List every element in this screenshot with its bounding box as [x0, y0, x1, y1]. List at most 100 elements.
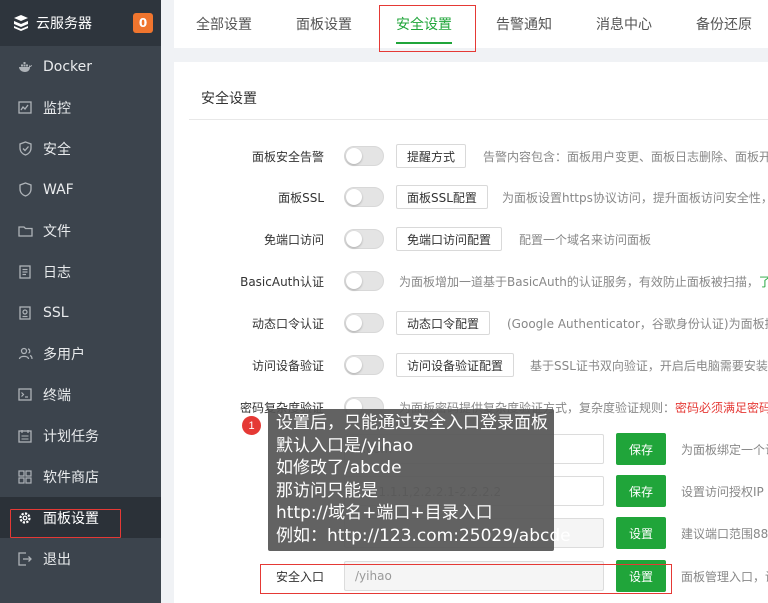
- learn-more-link[interactable]: 了: [759, 275, 768, 289]
- sidebar-item-logs[interactable]: 日志: [0, 251, 161, 292]
- setting-description: 建议端口范围88: [681, 526, 768, 541]
- setting-description: 配置一个域名来访问面板: [519, 232, 652, 247]
- tab-security-settings[interactable]: 安全设置: [374, 0, 474, 48]
- sidebar-item-users[interactable]: 多用户: [0, 333, 161, 374]
- setting-row-basicauth: BasicAuth认证 为面板增加一道基于BasicAuth的认证服务，有效防止…: [174, 266, 768, 296]
- monitor-icon: [17, 100, 33, 116]
- noport-config-button[interactable]: 免端口访问配置: [396, 227, 503, 251]
- tooltip-line: 设置后，只能通过安全入口登录面板: [276, 413, 548, 433]
- setting-row-noport: 免端口访问 免端口访问配置 配置一个域名来访问面板: [174, 224, 768, 254]
- notification-badge[interactable]: 0: [133, 13, 153, 33]
- save-domain-button[interactable]: 保存: [616, 433, 666, 465]
- setting-label: 动态口令认证: [251, 316, 324, 331]
- settings-tabs: 全部设置 面板设置 安全设置 告警通知 消息中心 备份还原: [174, 0, 768, 48]
- tooltip-line: 例如：http://123.com:25029/abcde: [276, 525, 571, 546]
- set-port-button[interactable]: 设置: [616, 517, 666, 549]
- brand: 云服务器 0: [0, 0, 161, 46]
- otp-toggle[interactable]: [344, 313, 384, 333]
- setting-label: BasicAuth认证: [240, 274, 324, 289]
- device-toggle[interactable]: [344, 355, 384, 375]
- tab-label: 安全设置: [396, 17, 452, 33]
- sidebar-item-label: 面板设置: [43, 510, 99, 527]
- step-marker: 1: [242, 416, 261, 435]
- gear-icon: [17, 510, 33, 526]
- tab-active-underline: [396, 42, 452, 44]
- setting-description-text: 为面板增加一道基于BasicAuth的认证服务，有效防止面板被扫描，: [399, 274, 759, 289]
- save-ip-button[interactable]: 保存: [616, 475, 666, 507]
- shield-icon: [17, 141, 33, 157]
- setting-label: 访问设备验证: [251, 358, 324, 373]
- setting-label: 免端口访问: [263, 232, 324, 247]
- setting-row-device: 访问设备验证 访问设备验证配置 基于SSL证书双向验证，开启后电脑需要安装: [174, 350, 768, 380]
- setting-description: 基于SSL证书双向验证，开启后电脑需要安装: [530, 358, 768, 373]
- alert-toggle[interactable]: [344, 146, 384, 166]
- tab-message-center[interactable]: 消息中心: [574, 0, 674, 48]
- device-config-button[interactable]: 访问设备验证配置: [396, 353, 515, 377]
- sidebar-item-label: WAF: [43, 181, 74, 198]
- tooltip-line: 如修改了/abcde: [276, 458, 402, 478]
- setting-row-alert: 面板安全告警 提醒方式 告警内容包含：面板用户变更、面板日志删除、面板开: [174, 141, 768, 171]
- ssl-config-button[interactable]: 面板SSL配置: [396, 185, 488, 209]
- sidebar-item-waf[interactable]: WAF: [0, 169, 161, 210]
- tab-all-settings[interactable]: 全部设置: [174, 0, 274, 48]
- sidebar-item-ssl[interactable]: SSL: [0, 292, 161, 333]
- sidebar-item-label: Docker: [43, 58, 93, 75]
- set-entry-button[interactable]: 设置: [616, 560, 666, 592]
- setting-description: 设置访问授权IP: [681, 484, 764, 499]
- setting-description: 为面板绑定一个访: [681, 442, 768, 457]
- sidebar-item-label: 日志: [43, 264, 71, 281]
- tab-backup-restore[interactable]: 备份还原: [674, 0, 768, 48]
- sidebar-item-label: 软件商店: [43, 469, 99, 486]
- basicauth-toggle[interactable]: [344, 271, 384, 291]
- tooltip-line: 默认入口是/yihao: [276, 435, 414, 456]
- folder-icon: [17, 223, 33, 239]
- sidebar-item-store[interactable]: 软件商店: [0, 456, 161, 497]
- users-icon: [17, 346, 33, 362]
- ssl-toggle[interactable]: [344, 187, 384, 207]
- alert-method-button[interactable]: 提醒方式: [396, 144, 467, 168]
- sidebar-item-monitor[interactable]: 监控: [0, 87, 161, 128]
- ssl-icon: [17, 305, 33, 321]
- setting-description: 为面板设置https协议访问，提升面板访问安全性，: [502, 190, 768, 205]
- sidebar: 云服务器 0 Docker 监控 安全 WAF 文件 日志 SSL 多用户 终端…: [0, 0, 161, 603]
- sidebar-item-label: 退出: [43, 551, 71, 568]
- sidebar-item-label: 文件: [43, 223, 71, 240]
- tab-alert-notify[interactable]: 告警通知: [474, 0, 574, 48]
- sidebar-item-files[interactable]: 文件: [0, 210, 161, 251]
- setting-row-otp: 动态口令认证 动态口令配置 (Google Authenticator，谷歌身份…: [174, 308, 768, 338]
- terminal-icon: [17, 387, 33, 403]
- sidebar-item-label: 监控: [43, 100, 71, 117]
- tooltip-line: http://域名+端口+目录入口: [276, 503, 493, 523]
- sidebar-item-label: SSL: [43, 304, 69, 321]
- setting-label: 面板SSL: [278, 190, 324, 205]
- sidebar-item-panel-settings[interactable]: 面板设置: [0, 497, 161, 538]
- log-icon: [17, 264, 33, 280]
- noport-toggle[interactable]: [344, 229, 384, 249]
- sidebar-item-logout[interactable]: 退出: [0, 538, 161, 579]
- otp-config-button[interactable]: 动态口令配置: [396, 311, 491, 335]
- brand-name: 云服务器: [36, 16, 92, 32]
- setting-description: 告警内容包含：面板用户变更、面板日志删除、面板开: [483, 149, 768, 164]
- sidebar-item-label: 安全: [43, 141, 71, 158]
- sidebar-item-label: 计划任务: [43, 428, 99, 445]
- apps-icon: [17, 469, 33, 485]
- sidebar-item-docker[interactable]: Docker: [0, 46, 161, 87]
- logout-icon: [17, 551, 33, 567]
- calendar-icon: [17, 428, 33, 444]
- divider: [189, 119, 768, 120]
- docker-icon: [17, 59, 33, 75]
- tooltip-line: 那访问只能是: [276, 480, 378, 501]
- password-rule-text: 密码必须满足密码: [675, 400, 768, 415]
- setting-label: 安全入口: [275, 569, 324, 584]
- sidebar-item-terminal[interactable]: 终端: [0, 374, 161, 415]
- sidebar-item-label: 终端: [43, 387, 71, 404]
- waf-shield-icon: [17, 182, 33, 198]
- sidebar-item-security[interactable]: 安全: [0, 128, 161, 169]
- setting-description: 为面板增加一道基于BasicAuth的认证服务，有效防止面板被扫描，了: [399, 273, 768, 290]
- security-entry-input[interactable]: /yihao: [344, 561, 604, 591]
- sidebar-item-cron[interactable]: 计划任务: [0, 415, 161, 456]
- tab-panel-settings[interactable]: 面板设置: [274, 0, 374, 48]
- annotation-tooltip: 设置后，只能通过安全入口登录面板 默认入口是/yihao 如修改了/abcde …: [268, 409, 571, 551]
- server-logo-icon: [12, 14, 30, 32]
- setting-description: (Google Authenticator，谷歌身份认证)为面板提: [507, 316, 768, 331]
